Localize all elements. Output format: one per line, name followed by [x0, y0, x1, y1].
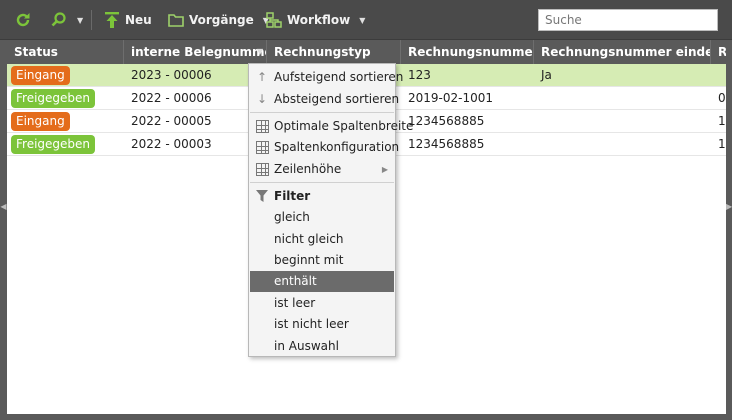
menu-item-label: Absteigend sortieren [274, 92, 400, 106]
new-label: Neu [125, 13, 152, 27]
search-input[interactable] [538, 9, 718, 31]
filter-option-gleich[interactable]: gleich [250, 207, 394, 228]
filter-option-in-auswahl[interactable]: in Auswahl [250, 336, 394, 357]
toolbar: ▼ Neu Vorgänge ▼ Workflow ▼ [0, 0, 732, 40]
column-header-status[interactable]: Status [7, 40, 124, 64]
cell-rechnungsnummer: 2019-02-1001 [408, 91, 494, 105]
cell-extra: 0 [718, 91, 726, 105]
workflow-icon [266, 12, 282, 28]
menu-item-row-height[interactable]: Zeilenhöhe ▶ [250, 159, 394, 180]
status-badge: Eingang [11, 112, 70, 131]
cell-eindeutig [534, 110, 711, 132]
status-badge: Freigegeben [11, 135, 96, 154]
status-badge: Freigegeben [11, 89, 96, 108]
menu-item-sort-descending[interactable]: ↓ Absteigend sortieren [250, 89, 399, 110]
magnifier-icon [51, 12, 66, 27]
cell-eindeutig [534, 133, 711, 155]
arrow-down-icon: ↓ [256, 92, 268, 106]
toolbar-divider [91, 10, 92, 30]
refresh-icon [16, 13, 30, 27]
column-context-menu: ↑ Aufsteigend sortieren ↓ Absteigend sor… [248, 63, 413, 357]
processes-button[interactable]: Vorgänge ▼ [168, 8, 269, 32]
menu-item-label: Optimale Spaltenbreite [274, 119, 414, 133]
filter-option-nicht-gleich[interactable]: nicht gleich [250, 229, 394, 250]
column-header-rechnungsnummer-eindeutig[interactable]: Rechnungsnummer einde... [534, 40, 711, 64]
cell-extra [711, 64, 726, 86]
filter-option-enthaelt[interactable]: enthält [250, 271, 394, 292]
filter-option-ist-nicht-leer[interactable]: ist nicht leer [250, 314, 394, 335]
new-button[interactable]: Neu [104, 8, 152, 32]
menu-divider [250, 182, 394, 183]
menu-item-sort-ascending[interactable]: ↑ Aufsteigend sortieren [250, 67, 403, 88]
column-header-extra[interactable]: R [711, 40, 726, 64]
menu-item-optimal-width[interactable]: Optimale Spaltenbreite [250, 116, 413, 137]
status-badge: Eingang [11, 66, 70, 85]
chevron-down-icon: ▼ [359, 15, 366, 25]
menu-item-label: Aufsteigend sortieren [274, 70, 404, 84]
cell-belegnummer: 2022 - 00006 [131, 91, 212, 105]
arrow-up-icon: ↑ [256, 70, 268, 84]
collapse-right-handle[interactable]: ▶ [726, 195, 732, 219]
menu-item-column-config[interactable]: Spaltenkonfiguration [250, 137, 399, 158]
column-header-label: interne Belegnummer [131, 45, 267, 59]
cell-belegnummer: 2022 - 00003 [131, 137, 212, 151]
chevron-down-icon: ▼ [77, 15, 84, 25]
menu-divider [250, 112, 394, 113]
cell-extra: 1 [718, 137, 726, 151]
menu-item-label: Zeilenhöhe [274, 162, 342, 176]
filter-option-beginnt-mit[interactable]: beginnt mit [250, 250, 394, 271]
submenu-arrow-icon: ▶ [381, 165, 388, 174]
column-width-icon [256, 120, 269, 133]
workflow-label: Workflow [287, 13, 351, 27]
filter-option-ist-leer[interactable]: ist leer [250, 293, 394, 314]
cell-eindeutig: Ja [541, 68, 552, 82]
column-header-belegnummer[interactable]: interne Belegnummer ▼ [124, 40, 267, 64]
row-height-icon [256, 163, 269, 176]
cell-rechnungsnummer: 123 [408, 68, 431, 82]
refresh-button[interactable] [14, 8, 32, 32]
column-header-rechnungstyp[interactable]: Rechnungstyp [267, 40, 401, 64]
table-config-icon [256, 141, 269, 154]
column-header-rechnungsnummer[interactable]: Rechnungsnummer [401, 40, 534, 64]
grid-header: Status interne Belegnummer ▼ Rechnungsty… [7, 40, 726, 64]
search-menu-button[interactable]: ▼ [50, 8, 83, 32]
cell-extra: 1 [718, 114, 726, 128]
cell-rechnungsnummer: 1234568885 [408, 137, 485, 151]
menu-item-label: Filter [274, 189, 311, 203]
upload-arrow-icon [105, 12, 119, 28]
cell-eindeutig [534, 87, 711, 109]
collapse-left-handle[interactable]: ◀ [0, 195, 7, 219]
menu-filter-heading: Filter [250, 186, 394, 207]
cell-rechnungsnummer: 1234568885 [408, 114, 485, 128]
menu-item-label: Spaltenkonfiguration [274, 140, 400, 154]
processes-label: Vorgänge [189, 13, 254, 27]
workflow-button[interactable]: Workflow ▼ [266, 8, 365, 32]
folder-icon [168, 14, 184, 27]
column-menu-trigger-icon[interactable]: ▼ [257, 40, 263, 64]
cell-belegnummer: 2022 - 00005 [131, 114, 212, 128]
cell-belegnummer: 2023 - 00006 [131, 68, 212, 82]
